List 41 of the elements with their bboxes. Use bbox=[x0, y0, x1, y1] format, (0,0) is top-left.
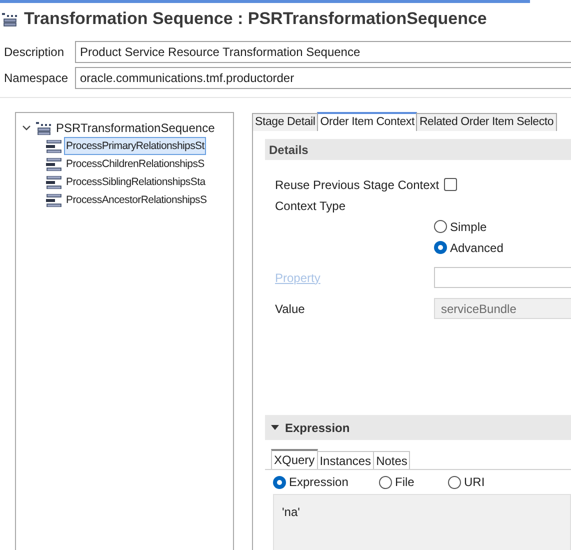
radio-label: Advanced bbox=[450, 240, 504, 256]
radio-label: Expression bbox=[289, 474, 348, 491]
radio-label: File bbox=[395, 474, 414, 491]
checkbox-label: Reuse Previous Stage Context bbox=[275, 176, 440, 194]
text-field[interactable]: Product Service Resource Transformation Sequence bbox=[75, 41, 571, 63]
radio-button[interactable] bbox=[448, 476, 461, 488]
radio-button[interactable] bbox=[379, 476, 392, 488]
stage-icon bbox=[46, 140, 62, 152]
tree-item[interactable]: ProcessAncestorRelationshipsS bbox=[64, 191, 209, 209]
editor-title: Transformation Sequence : PSRTransformationSequence bbox=[24, 8, 487, 30]
tree-item[interactable]: ProcessSiblingRelationshipsSta bbox=[64, 173, 208, 191]
stage-icon bbox=[46, 194, 62, 206]
sequence-icon bbox=[36, 122, 52, 134]
property-field[interactable] bbox=[434, 267, 571, 288]
stage-icon bbox=[46, 158, 62, 170]
property-link: Property bbox=[275, 270, 322, 286]
section-title: Expression bbox=[285, 420, 350, 436]
expression-editor[interactable]: 'na' bbox=[273, 494, 571, 550]
field-label: Description bbox=[4, 44, 66, 61]
radio-label: URI bbox=[464, 474, 485, 491]
field-label: Namespace bbox=[4, 70, 70, 87]
tab[interactable]: Stage Detail bbox=[252, 113, 318, 131]
collapse-icon[interactable] bbox=[271, 425, 279, 430]
checkbox[interactable] bbox=[444, 178, 458, 191]
radio-button[interactable] bbox=[273, 476, 286, 488]
stage-icon bbox=[46, 176, 62, 188]
tree-item[interactable]: ProcessPrimaryRelationshipsSt bbox=[64, 137, 206, 155]
radio-label: Simple bbox=[450, 218, 487, 236]
sequence-icon bbox=[2, 11, 18, 27]
tab[interactable]: Related Order Item Selecto bbox=[416, 113, 557, 131]
radio-button[interactable] bbox=[434, 241, 447, 254]
tab[interactable]: XQuery bbox=[271, 449, 318, 469]
chevron-down-icon[interactable] bbox=[20, 125, 32, 131]
tree-item[interactable]: ProcessChildrenRelationshipsS bbox=[64, 155, 206, 173]
tab[interactable]: Notes bbox=[373, 451, 410, 469]
section-title: Details bbox=[269, 142, 308, 158]
radio-button[interactable] bbox=[434, 220, 447, 233]
tree-item[interactable]: PSRTransformationSequence bbox=[56, 119, 215, 137]
text-field[interactable]: oracle.communications.tmf.productorder bbox=[75, 67, 571, 89]
field-label: Context Type bbox=[275, 198, 346, 214]
field-label: Value bbox=[275, 300, 306, 318]
